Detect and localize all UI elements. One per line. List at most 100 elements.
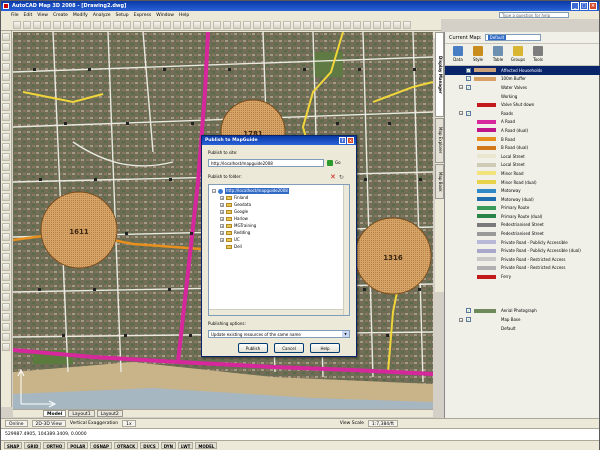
toolbar-button[interactable] [13,20,21,29]
legend-row[interactable]: − ✓ Roads [445,109,600,118]
toolbar-button[interactable] [333,20,341,29]
draw-tool-button[interactable] [2,233,10,241]
draw-tool-button[interactable] [2,113,10,121]
toolbar-button[interactable] [123,20,131,29]
panel-tool-table[interactable]: Table [491,46,505,63]
tree-node[interactable]: Dell [220,244,242,250]
draw-tool-button[interactable] [2,313,10,321]
toolbar-button[interactable] [63,20,71,29]
water-valve-marker[interactable] [62,334,65,337]
collapse-icon[interactable]: − [459,317,463,322]
water-valve-marker[interactable] [303,68,306,71]
toolbar-button[interactable] [343,20,351,29]
legend-row[interactable]: Private Road - Publicly Accessible (dual… [445,246,600,255]
command-line[interactable]: 529987.4905, 104389.3409, 0.0000 [1,428,599,440]
vertical-exaggeration-select[interactable]: 1x [122,420,136,427]
legend-row[interactable]: A Road (dual) [445,126,600,135]
toolbar-button[interactable] [83,20,91,29]
water-valve-marker[interactable] [168,288,171,291]
layer-visibility-checkbox[interactable]: ✓ [466,67,471,73]
water-valve-marker[interactable] [363,288,366,291]
legend-row[interactable]: ✓ Aerial Photograph [445,307,600,316]
dialog-close-button[interactable]: × [347,137,354,144]
status-toggle-otrack[interactable]: OTRACK [113,442,139,449]
water-valve-marker[interactable] [169,178,172,181]
status-toggle-ducs[interactable]: DUCS [140,442,159,449]
draw-tool-button[interactable] [2,263,10,271]
draw-tool-button[interactable] [2,293,10,301]
draw-tool-button[interactable] [2,223,10,231]
online-status[interactable]: Online [5,420,28,427]
layer-visibility-checkbox[interactable]: ✓ [466,317,471,323]
draw-tool-button[interactable] [2,203,10,211]
tab-display-manager[interactable]: Display Manager [435,32,444,117]
legend-row[interactable]: − ✓ Map Base [445,315,600,324]
menu-setup[interactable]: Setup [116,13,129,18]
layer-visibility-checkbox[interactable]: ✓ [466,84,471,90]
draw-tool-button[interactable] [2,153,10,161]
water-valve-marker[interactable] [189,334,192,337]
draw-tool-button[interactable] [2,93,10,101]
view-mode-toggle[interactable]: 2D-3D View [31,420,66,427]
tree-node[interactable]: + MGTraining [220,223,256,229]
toolbar-button[interactable] [263,20,271,29]
water-valve-marker[interactable] [124,334,127,337]
legend-row[interactable]: Primary Route (dual) [445,212,600,221]
view-scale-field[interactable]: 1:7,384/ft [367,420,398,427]
expand-icon[interactable]: + [220,217,224,221]
toolbar-button[interactable] [213,20,221,29]
refresh-icon[interactable]: ↻ [339,174,344,181]
tree-node[interactable]: + Finland [220,195,248,201]
toolbar-button[interactable] [353,20,361,29]
layer-visibility-checkbox[interactable]: ✓ [466,308,471,314]
legend-row[interactable]: Minor Road (dual) [445,178,600,187]
draw-tool-button[interactable] [2,253,10,261]
publish-button[interactable]: Publish [238,343,268,353]
toolbar-button[interactable] [363,20,371,29]
menu-express[interactable]: Express [134,13,152,18]
water-valve-marker[interactable] [358,68,361,71]
water-valve-marker[interactable] [419,178,422,181]
toolbar-button[interactable] [43,20,51,29]
status-toggle-lwt[interactable]: LWT [178,442,194,449]
legend-row[interactable]: Motorway [445,186,600,195]
water-valve-marker[interactable] [190,232,193,235]
toolbar-button[interactable] [153,20,161,29]
toolbar-button[interactable] [173,20,181,29]
legend-row[interactable]: Primary Route [445,204,600,213]
status-toggle-snap[interactable]: SNAP [4,442,23,449]
tree-node[interactable]: − http://localhost/mapguide2008 [212,188,289,194]
menu-help[interactable]: Help [179,13,189,18]
panel-tool-data[interactable]: Data [451,46,465,63]
water-valve-marker[interactable] [228,68,231,71]
menu-analyze[interactable]: Analyze [93,13,111,18]
status-toggle-model[interactable]: MODEL [195,442,218,449]
menu-file[interactable]: File [11,13,19,18]
toolbar-button[interactable] [233,20,241,29]
expand-icon[interactable]: + [220,238,224,242]
draw-tool-button[interactable] [2,123,10,131]
draw-tool-button[interactable] [2,193,10,201]
draw-tool-button[interactable] [2,333,10,341]
status-toggle-grid[interactable]: GRID [24,442,42,449]
toolbar-button[interactable] [163,20,171,29]
toolbar-button[interactable] [403,20,411,29]
toolbar-button[interactable] [273,20,281,29]
water-valve-marker[interactable] [386,334,389,337]
menu-window[interactable]: Window [156,13,174,18]
draw-tool-button[interactable] [2,273,10,281]
status-toggle-osnap[interactable]: OSNAP [90,442,112,449]
legend-row[interactable]: Working [445,92,600,101]
legend-row[interactable]: Local Street [445,161,600,170]
draw-tool-button[interactable] [2,183,10,191]
legend-row[interactable]: Local Street [445,152,600,161]
delete-icon[interactable]: ✕ [330,174,336,181]
legend-row[interactable]: Motorway (dual) [445,195,600,204]
water-valve-marker[interactable] [93,288,96,291]
close-button[interactable]: × [589,2,597,10]
expand-icon[interactable]: − [212,189,216,193]
tab-map-book[interactable]: Map Book [435,164,444,199]
maximize-button[interactable]: □ [580,2,588,10]
toolbar-button[interactable] [203,20,211,29]
draw-tool-button[interactable] [2,53,10,61]
